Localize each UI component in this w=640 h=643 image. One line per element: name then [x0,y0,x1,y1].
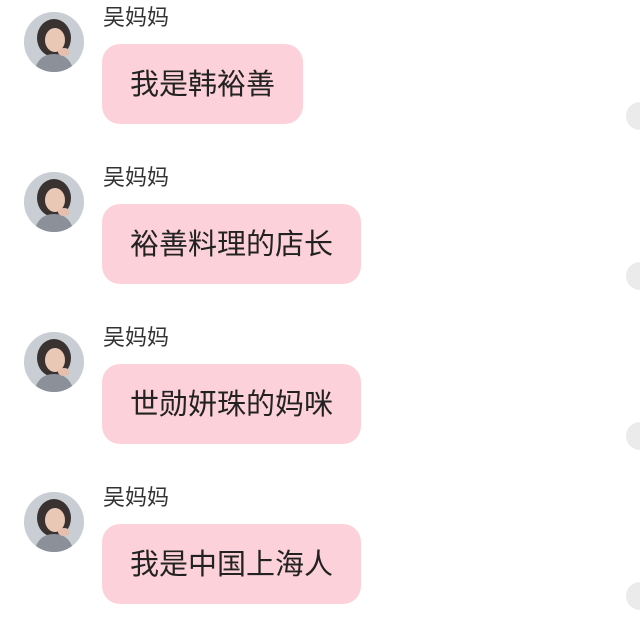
user-avatar-icon [24,332,84,392]
sender-name: 吴妈妈 [103,486,170,511]
sender-avatar[interactable] [24,12,84,72]
sender-avatar[interactable] [24,172,84,232]
chat-message: 吴妈妈 我是中国上海人 [0,486,640,643]
user-avatar-icon [24,12,84,72]
message-bubble[interactable]: 我是中国上海人 [102,524,362,604]
sender-name: 吴妈妈 [103,326,170,351]
chat-message: 吴妈妈 世勋妍珠的妈咪 [0,326,640,486]
sender-avatar[interactable] [24,492,84,552]
chat-thread[interactable]: 吴妈妈 我是韩裕善 吴妈妈 裕善料理的店长 吴妈妈 世勋妍珠的妈咪 吴妈妈 我是… [0,0,640,643]
message-bubble[interactable]: 世勋妍珠的妈咪 [102,364,362,444]
chat-message: 吴妈妈 裕善料理的店长 [0,166,640,326]
sender-name: 吴妈妈 [103,166,170,191]
message-bubble[interactable]: 我是韩裕善 [102,44,304,124]
sender-name: 吴妈妈 [103,6,170,31]
chat-message: 吴妈妈 我是韩裕善 [0,6,640,166]
user-avatar-icon [24,172,84,232]
message-bubble[interactable]: 裕善料理的店长 [102,204,362,284]
user-avatar-icon [24,492,84,552]
sender-avatar[interactable] [24,332,84,392]
